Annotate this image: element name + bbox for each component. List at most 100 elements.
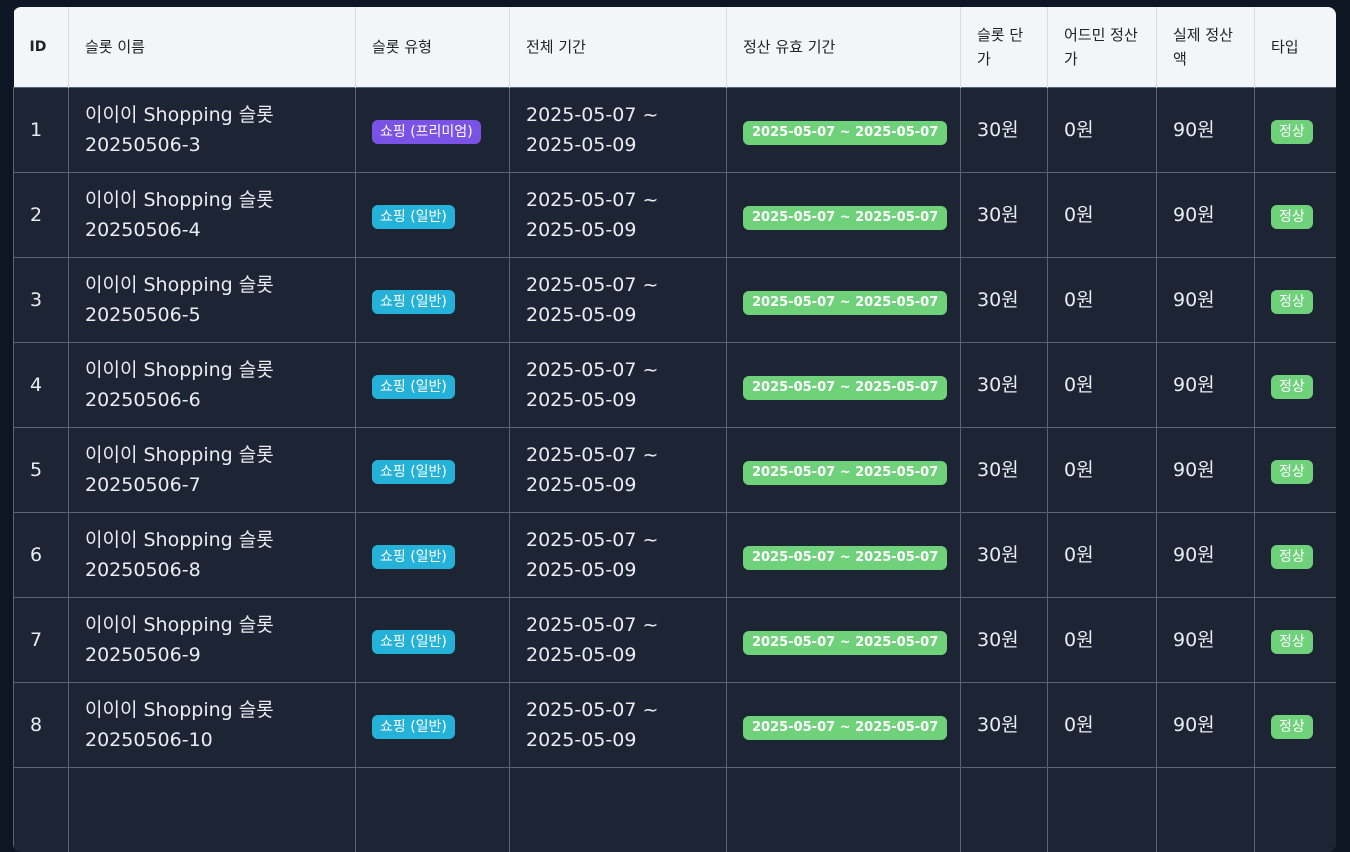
- cell-actual-amount: 90원: [1156, 171, 1255, 257]
- cell-type: 정상: [1254, 341, 1336, 427]
- admin-price: 0원: [1064, 373, 1094, 396]
- row-id: 2: [30, 203, 43, 226]
- cell-unit-price: 30원: [960, 511, 1048, 597]
- row-id: 3: [30, 288, 43, 311]
- column-header-type[interactable]: 타입: [1254, 7, 1336, 87]
- cell-total-period: 2025-05-07 ~ 2025-05-09: [509, 511, 727, 597]
- settlement-table: ID 슬롯 이름 슬롯 유형 전체 기간 정산 유효 기간 슬롯 단가 어드민 …: [13, 7, 1336, 852]
- cell-slot-name: 이이이 Shopping 슬롯 20250506-5: [68, 256, 356, 342]
- table-row[interactable]: 3 이이이 Shopping 슬롯 20250506-5 쇼핑 (일반) 2025-05…: [13, 256, 1336, 342]
- admin-price: 0원: [1064, 203, 1094, 226]
- slot-type-badge: 쇼핑 (일반): [372, 374, 455, 399]
- period-start: 2025-05-07 ~: [526, 443, 659, 466]
- column-header-id[interactable]: ID: [13, 7, 69, 87]
- slot-type-badge: 쇼핑 (프리미엄): [372, 119, 481, 144]
- cell-total-period: 2025-05-07 ~ 2025-05-09: [509, 596, 727, 682]
- cell-actual-amount: 90원: [1156, 86, 1255, 172]
- table-row[interactable]: 2 이이이 Shopping 슬롯 20250506-4 쇼핑 (일반) 2025-05…: [13, 171, 1336, 257]
- column-header-actual-amount[interactable]: 실제 정산액: [1156, 7, 1255, 87]
- table-row[interactable]: 6 이이이 Shopping 슬롯 20250506-8 쇼핑 (일반) 2025-05…: [13, 511, 1336, 597]
- actual-amount: 90원: [1173, 458, 1215, 481]
- cell-total-period: 2025-05-07 ~ 2025-05-09: [509, 171, 727, 257]
- cell-slot-type: 쇼핑 (일반): [355, 171, 510, 257]
- cell-valid-period: 2025-05-07 ~ 2025-05-07: [726, 426, 961, 512]
- cell-slot-name: 이이이 Shopping 슬롯 20250506-7: [68, 426, 356, 512]
- table-row[interactable]: 8 이이이 Shopping 슬롯 20250506-10 쇼핑 (일반) 2025-0…: [13, 681, 1336, 767]
- slot-type-badge: 쇼핑 (일반): [372, 204, 455, 229]
- period-end: 2025-05-09: [526, 303, 637, 326]
- table-row[interactable]: 1 이이이 Shopping 슬롯 20250506-3 쇼핑 (프리미엄) 2025-…: [13, 86, 1336, 172]
- column-header-valid-period[interactable]: 정산 유효 기간: [726, 7, 961, 87]
- period-start: 2025-05-07 ~: [526, 273, 659, 296]
- actual-amount: 90원: [1173, 203, 1215, 226]
- admin-price: 0원: [1064, 288, 1094, 311]
- cell-slot-name: 이이이 Shopping 슬롯 20250506-8: [68, 511, 356, 597]
- empty-cell: [726, 766, 961, 852]
- cell-actual-amount: 90원: [1156, 426, 1255, 512]
- cell-id: 1: [13, 86, 69, 172]
- cell-slot-name: 이이이 Shopping 슬롯 20250506-4: [68, 171, 356, 257]
- column-header-total-period[interactable]: 전체 기간: [509, 7, 727, 87]
- actual-amount: 90원: [1173, 543, 1215, 566]
- empty-cell: [1254, 766, 1336, 852]
- column-header-admin-price[interactable]: 어드민 정산가: [1047, 7, 1157, 87]
- cell-admin-price: 0원: [1047, 86, 1157, 172]
- slot-type-badge: 쇼핑 (일반): [372, 629, 455, 654]
- cell-slot-type: 쇼핑 (일반): [355, 426, 510, 512]
- cell-id: 6: [13, 511, 69, 597]
- cell-slot-name: 이이이 Shopping 슬롯 20250506-6: [68, 341, 356, 427]
- cell-total-period: 2025-05-07 ~ 2025-05-09: [509, 681, 727, 767]
- slot-name-line2: 20250506-3: [85, 133, 201, 156]
- cell-unit-price: 30원: [960, 681, 1048, 767]
- valid-period-badge: 2025-05-07 ~ 2025-05-07: [743, 205, 948, 230]
- cell-type: 정상: [1254, 511, 1336, 597]
- status-badge: 정상: [1271, 714, 1313, 739]
- cell-unit-price: 30원: [960, 256, 1048, 342]
- row-id: 8: [30, 713, 43, 736]
- cell-total-period: 2025-05-07 ~ 2025-05-09: [509, 426, 727, 512]
- cell-admin-price: 0원: [1047, 256, 1157, 342]
- slot-name-line1: 이이이 Shopping 슬롯: [85, 443, 274, 466]
- actual-amount: 90원: [1173, 118, 1215, 141]
- cell-id: 7: [13, 596, 69, 682]
- period-end: 2025-05-09: [526, 728, 637, 751]
- cell-type: 정상: [1254, 86, 1336, 172]
- status-badge: 정상: [1271, 119, 1313, 144]
- table-row[interactable]: 5 이이이 Shopping 슬롯 20250506-7 쇼핑 (일반) 2025-05…: [13, 426, 1336, 512]
- cell-slot-name: 이이이 Shopping 슬롯 20250506-10: [68, 681, 356, 767]
- status-badge: 정상: [1271, 459, 1313, 484]
- empty-cell: [960, 766, 1048, 852]
- cell-valid-period: 2025-05-07 ~ 2025-05-07: [726, 256, 961, 342]
- cell-slot-type: 쇼핑 (일반): [355, 341, 510, 427]
- slot-name-line2: 20250506-10: [85, 728, 213, 751]
- cell-slot-name: 이이이 Shopping 슬롯 20250506-9: [68, 596, 356, 682]
- period-start: 2025-05-07 ~: [526, 358, 659, 381]
- column-header-slot-type[interactable]: 슬롯 유형: [355, 7, 510, 87]
- slot-name-line2: 20250506-4: [85, 218, 201, 241]
- admin-price: 0원: [1064, 628, 1094, 651]
- table-row[interactable]: 4 이이이 Shopping 슬롯 20250506-6 쇼핑 (일반) 2025-05…: [13, 341, 1336, 427]
- cell-valid-period: 2025-05-07 ~ 2025-05-07: [726, 511, 961, 597]
- table-row[interactable]: 7 이이이 Shopping 슬롯 20250506-9 쇼핑 (일반) 2025-05…: [13, 596, 1336, 682]
- column-header-unit-price[interactable]: 슬롯 단가: [960, 7, 1048, 87]
- actual-amount: 90원: [1173, 373, 1215, 396]
- cell-actual-amount: 90원: [1156, 511, 1255, 597]
- empty-cell: [355, 766, 510, 852]
- row-id: 6: [30, 543, 43, 566]
- table-row-partial: [13, 766, 1336, 852]
- valid-period-badge: 2025-05-07 ~ 2025-05-07: [743, 460, 948, 485]
- cell-slot-type: 쇼핑 (일반): [355, 596, 510, 682]
- status-badge: 정상: [1271, 544, 1313, 569]
- valid-period-badge: 2025-05-07 ~ 2025-05-07: [743, 545, 948, 570]
- slot-name-line1: 이이이 Shopping 슬롯: [85, 358, 274, 381]
- unit-price: 30원: [977, 543, 1019, 566]
- valid-period-badge: 2025-05-07 ~ 2025-05-07: [743, 290, 948, 315]
- status-badge: 정상: [1271, 204, 1313, 229]
- cell-slot-type: 쇼핑 (일반): [355, 511, 510, 597]
- period-start: 2025-05-07 ~: [526, 698, 659, 721]
- unit-price: 30원: [977, 203, 1019, 226]
- cell-type: 정상: [1254, 681, 1336, 767]
- column-header-slot-name[interactable]: 슬롯 이름: [68, 7, 356, 87]
- slot-name-line1: 이이이 Shopping 슬롯: [85, 613, 274, 636]
- cell-admin-price: 0원: [1047, 596, 1157, 682]
